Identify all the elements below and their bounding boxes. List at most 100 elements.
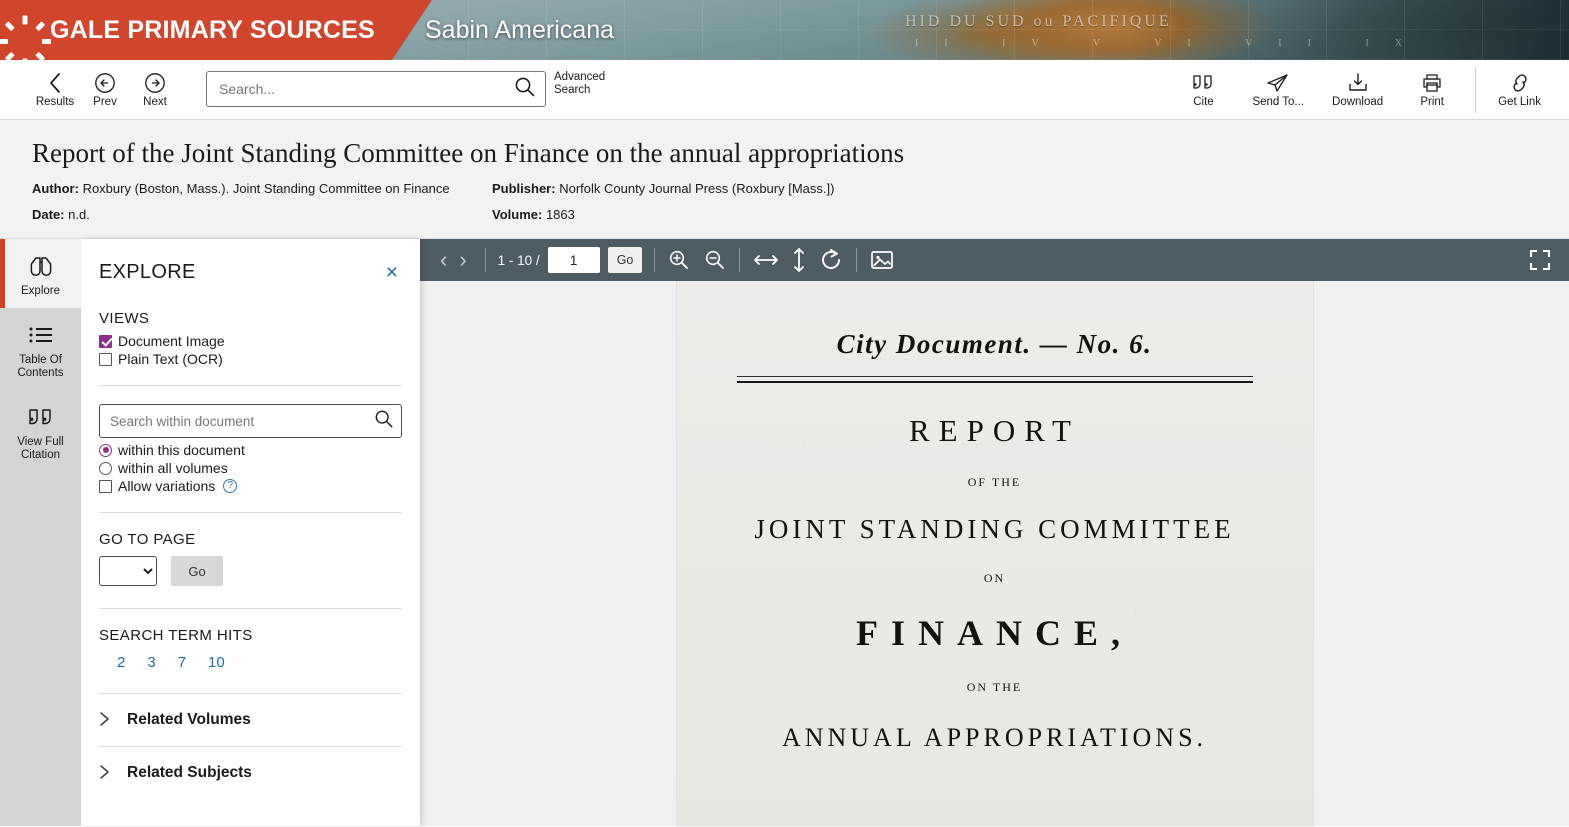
advanced-search-link[interactable]: Advanced Search [554,71,614,97]
fit-width-icon[interactable] [752,248,780,272]
document-search-input[interactable] [110,413,373,429]
views-label: VIEWS [99,310,150,327]
scope-within-all-volumes[interactable]: within all volumes [99,460,402,476]
arrow-left-circle-icon [94,71,116,95]
zoom-out-icon[interactable] [703,248,727,272]
binoculars-icon [24,251,58,281]
author-field: Author: Roxbury (Boston, Mass.). Joint S… [32,181,492,196]
help-icon[interactable]: ? [223,479,238,493]
checkbox-document-image[interactable] [99,334,112,348]
quotes-icon [25,402,57,432]
scope-within-this-document-label: within this document [118,442,245,458]
toolbar-divider [1475,66,1477,113]
go-to-page-button[interactable]: Go [171,556,223,586]
page-stage: City Document. — No. 6. REPORT OF THE JO… [420,281,1569,826]
next-label: Next [143,96,167,108]
author-label: Author: [32,181,79,196]
allow-variations-option[interactable]: Allow variations ? [99,478,402,494]
brand-block[interactable]: GALE PRIMARY SOURCES [0,0,432,60]
hit-link[interactable]: 2 [117,654,125,671]
document-viewer: ‹ › 1 - 10 / Go [420,239,1569,826]
next-button[interactable]: Next [134,71,176,108]
get-link-label: Get Link [1498,96,1541,108]
go-to-page-select[interactable]: 12345678910 [99,556,157,586]
rotate-icon[interactable] [818,247,844,273]
radio-within-this-document[interactable] [99,443,112,457]
radio-within-all-volumes[interactable] [99,461,112,475]
send-to-label: Send To... [1252,96,1305,108]
chevron-right-icon [99,764,113,782]
search-icon[interactable] [373,408,395,435]
page-line-finance: FINANCE, [855,613,1133,653]
fullscreen-icon[interactable] [1529,249,1551,271]
accordion-related-volumes[interactable]: Related Volumes [99,693,402,746]
chevron-right-icon [99,711,113,729]
search-box[interactable] [206,71,546,107]
hit-link[interactable]: 10 [208,654,225,671]
viewer-page-input[interactable] [547,247,600,273]
divider [484,248,486,272]
document-search-box[interactable] [99,404,402,438]
main-body: Explore Table Of Contents View Full Cita… [0,239,1569,826]
banner-map-label-secondary: II IV V VI VII IX [915,38,1429,49]
fit-height-icon[interactable] [790,247,808,273]
date-label: Date: [32,207,65,222]
chevron-left-icon [47,71,64,95]
page-line-annual-appropriations: ANNUAL APPROPRIATIONS. [781,723,1208,752]
list-icon [26,320,56,350]
download-button[interactable]: Download [1332,71,1383,108]
view-option-document-image[interactable]: Document Image [99,333,402,349]
metadata-row-1: Author: Roxbury (Boston, Mass.). Joint S… [32,181,1569,196]
accordion-related-subjects[interactable]: Related Subjects [99,746,402,799]
viewer-toolbar: ‹ › 1 - 10 / Go [420,239,1569,281]
viewer-next-page-icon[interactable]: › [453,249,472,271]
page-rule [736,376,1253,383]
print-button[interactable]: Print [1411,71,1453,108]
zoom-in-icon[interactable] [667,248,691,272]
sidebar-item-table-of-contents-label: Table Of Contents [17,354,64,379]
viewer-prev-page-icon[interactable]: ‹ [434,249,453,271]
sidebar-item-view-full-citation[interactable]: View Full Citation [0,390,81,472]
publisher-label: Publisher: [492,181,556,196]
print-label: Print [1420,96,1444,108]
paper-plane-icon [1265,71,1291,95]
document-page-image[interactable]: City Document. — No. 6. REPORT OF THE JO… [676,281,1313,826]
search-icon[interactable] [513,75,537,104]
explore-panel: EXPLORE × VIEWS Document Image Plain Tex… [81,239,420,826]
results-label: Results [35,96,75,108]
author-value: Roxbury (Boston, Mass.). Joint Standing … [82,181,450,196]
explore-header: EXPLORE × [99,239,402,284]
view-option-plain-text[interactable]: Plain Text (OCR) [99,351,402,367]
sidebar-item-explore[interactable]: Explore [0,239,81,308]
brand-title: GALE PRIMARY SOURCES [50,15,375,44]
search-term-hits-label: SEARCH TERM HITS [99,627,253,644]
viewer-go-button[interactable]: Go [607,247,643,273]
results-button[interactable]: Results [34,71,76,108]
page-line-of-the: OF THE [967,475,1022,489]
image-icon[interactable] [869,249,895,271]
download-label: Download [1332,96,1384,108]
prev-button[interactable]: Prev [84,71,126,108]
cite-button[interactable]: Cite [1182,71,1224,108]
hit-link[interactable]: 7 [178,654,186,671]
checkbox-allow-variations[interactable] [99,479,112,493]
date-value: n.d. [68,207,90,222]
viewer-toolbar-right [1529,239,1551,281]
publisher-value: Norfolk County Journal Press (Roxbury [M… [559,181,835,196]
product-name-block: Sabin Americana [425,0,614,60]
volume-value: 1863 [545,207,575,222]
download-icon [1345,71,1371,95]
search-input[interactable] [219,81,513,97]
send-to-button[interactable]: Send To... [1252,71,1304,108]
accordion-related-subjects-label: Related Subjects [127,764,252,781]
get-link-button[interactable]: Get Link [1498,71,1541,108]
search-term-hits-list: 2 3 7 10 [99,654,402,671]
explore-title: EXPLORE [99,261,196,283]
hit-link[interactable]: 3 [147,654,155,671]
sidebar-item-table-of-contents[interactable]: Table Of Contents [0,308,81,390]
checkbox-plain-text[interactable] [99,352,112,366]
scope-within-this-document[interactable]: within this document [99,442,402,458]
view-option-document-image-label: Document Image [118,333,225,349]
divider [654,248,656,272]
close-icon[interactable]: × [382,262,402,284]
